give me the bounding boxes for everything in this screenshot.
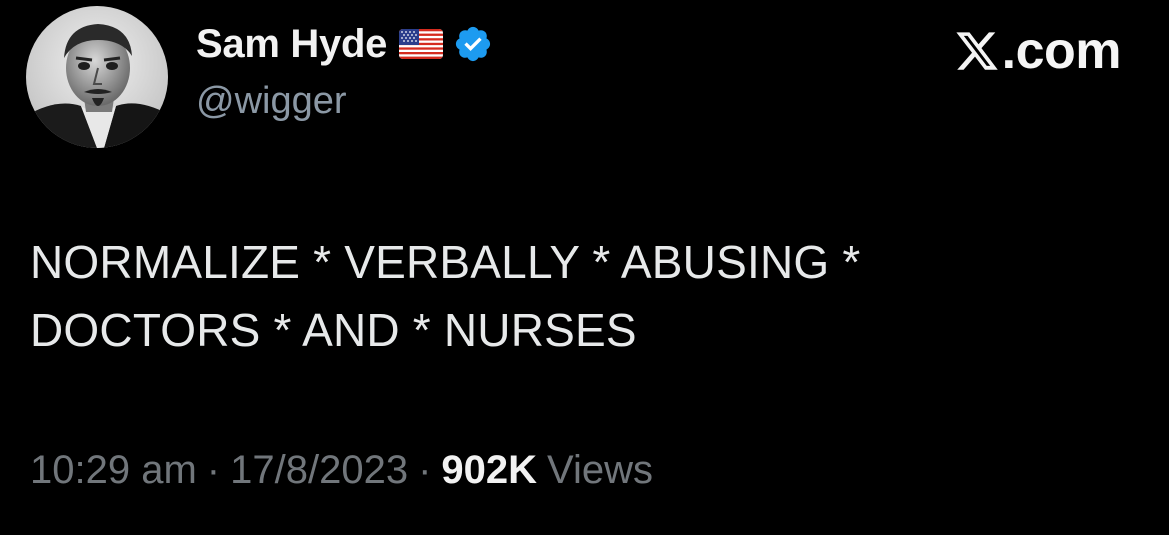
author-name-row: Sam Hyde (196, 20, 493, 68)
brand-watermark: .com (954, 22, 1122, 80)
author-display-name[interactable]: Sam Hyde (196, 22, 387, 67)
meta-separator: · (206, 448, 221, 492)
tweet-card: Sam Hyde @wigger .com NORMALIZE * VERBAL… (0, 0, 1169, 535)
tweet-body-line: DOCTORS * AND * NURSES (30, 304, 637, 356)
us-flag-icon (399, 29, 444, 59)
x-logo-icon (954, 28, 1000, 74)
tweet-meta: 10:29 am · 17/8/2023 · 902K Views (30, 448, 653, 493)
avatar[interactable] (26, 6, 168, 148)
tweet-date[interactable]: 17/8/2023 (230, 448, 408, 493)
tweet-time[interactable]: 10:29 am (30, 448, 197, 493)
verified-badge-icon[interactable] (453, 24, 493, 64)
tweet-body-line: NORMALIZE * VERBALLY * ABUSING * (30, 236, 861, 288)
views-label[interactable]: Views (547, 448, 653, 493)
author-handle[interactable]: @wigger (196, 80, 347, 123)
brand-domain-text: .com (1001, 22, 1122, 80)
tweet-body: NORMALIZE * VERBALLY * ABUSING * DOCTORS… (30, 228, 1130, 364)
meta-separator: · (418, 448, 432, 492)
views-count[interactable]: 902K (441, 448, 537, 493)
avatar-portrait (26, 6, 168, 148)
